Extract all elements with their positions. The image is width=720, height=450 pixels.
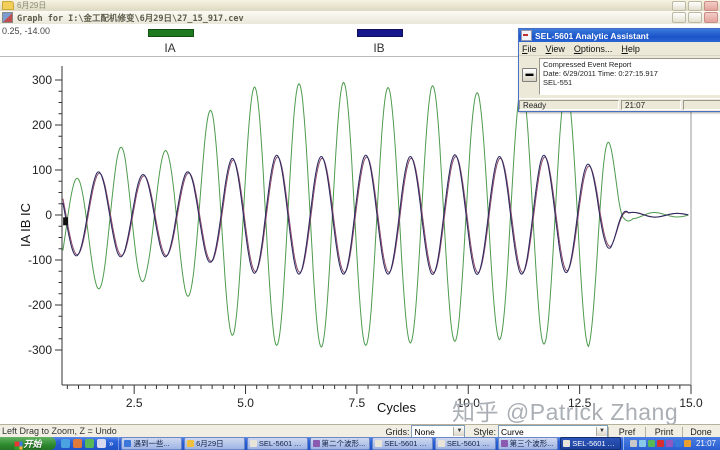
taskbar-button[interactable]: SEL-5601 A... [560, 437, 621, 450]
sel-app-icon [521, 30, 532, 41]
graph-window-titlebar[interactable]: Graph for I:\金工配机修变\6月29日\27_15_917.cev [0, 11, 720, 25]
taskbar-button-label: SEL-5601 A... [572, 439, 618, 448]
taskbar-button[interactable]: SEL-5601 A... [435, 437, 496, 450]
close-icon[interactable] [704, 12, 718, 23]
sel-icon [438, 440, 445, 447]
legend-label: IA [164, 41, 175, 55]
tray-icon-7[interactable] [684, 440, 691, 447]
style-value: Curve [499, 427, 596, 437]
desktop: 6月29日 Graph for I:\金工配机修变\6月29日\27_15_91… [0, 0, 720, 450]
sel-window-titlebar[interactable]: SEL-5601 Analytic Assistant [519, 29, 720, 42]
chevron-down-icon[interactable]: ▼ [453, 427, 464, 436]
sel-window-title: SEL-5601 Analytic Assistant [535, 31, 649, 41]
folder-window-controls [672, 1, 718, 11]
maximize-icon[interactable] [688, 12, 702, 23]
sel-icon [563, 440, 570, 447]
app-icon[interactable] [97, 439, 106, 448]
taskbar-button[interactable]: 遇到一些... [121, 437, 182, 450]
menu-options[interactable]: Options... [574, 44, 613, 54]
taskbar-button-label: SEL-5601 A... [447, 439, 493, 448]
taskbar-button[interactable]: 6月29日 [184, 437, 245, 450]
chevron-down-icon[interactable]: ▼ [596, 427, 607, 436]
style-label: Style: [473, 427, 496, 437]
folder-window-title: 6月29日 [17, 0, 46, 11]
taskbar-button-label: 第二个波形... [322, 438, 366, 449]
wave-icon [501, 440, 508, 447]
sel-5601-window[interactable]: SEL-5601 Analytic Assistant File View Op… [518, 28, 720, 112]
taskbar-button-label: 第三个波形... [510, 438, 554, 449]
taskbar: 开始 » 遇到一些... 6月29日 SEL-5601 A... 第二个波形... SE… [0, 437, 720, 450]
media-icon[interactable] [85, 439, 94, 448]
status-extra [683, 100, 720, 110]
event-report-list[interactable]: Compressed Event Report Date: 6/29/2011 … [539, 58, 720, 95]
tray-icon-6[interactable] [675, 440, 682, 447]
legend-label: IB [373, 41, 384, 55]
status-time: 21:07 [621, 100, 681, 110]
graph-control-bar: Left Drag to Zoom, Z = Undo Grids: None … [0, 424, 720, 438]
system-tray: 21:07 [623, 437, 720, 450]
quick-launch-bar: » [56, 437, 119, 450]
taskbar-button-label: 6月29日 [196, 438, 224, 449]
collapse-button[interactable]: ▬ [522, 68, 537, 82]
start-label: 开始 [23, 437, 41, 450]
report-line: Compressed Event Report [543, 60, 718, 69]
grids-label: Grids: [385, 427, 409, 437]
start-button[interactable]: 开始 [0, 437, 56, 450]
taskbar-button[interactable]: 第二个波形... [310, 437, 371, 450]
pref-button[interactable]: Pref [608, 427, 645, 437]
minimize-icon[interactable] [672, 1, 686, 11]
tray-icon-5[interactable] [666, 440, 673, 447]
task-buttons: 遇到一些... 6月29日 SEL-5601 A... 第二个波形... SEL-560… [119, 437, 623, 450]
graph-window-controls [672, 12, 718, 23]
graph-app-icon [2, 12, 13, 23]
taskbar-button[interactable]: SEL-5601 A... [372, 437, 433, 450]
taskbar-button[interactable]: 第三个波形... [498, 437, 559, 450]
minimize-icon[interactable] [672, 12, 686, 23]
tray-icon-3[interactable] [648, 440, 655, 447]
legend-swatch [148, 29, 194, 37]
graph-window-title: Graph for I:\金工配机修变\6月29日\27_15_917.cev [17, 12, 244, 24]
menu-file[interactable]: File [522, 44, 537, 54]
folder-icon [2, 1, 14, 10]
tray-icons [630, 440, 691, 447]
drag-hint-text: Left Drag to Zoom, Z = Undo [2, 426, 117, 436]
ie-icon [124, 440, 131, 447]
maximize-icon[interactable] [688, 1, 702, 11]
sel-statusbar: Ready 21:07 [519, 98, 720, 111]
taskbar-button[interactable]: SEL-5601 A... [247, 437, 308, 450]
menu-view[interactable]: View [546, 44, 565, 54]
taskbar-button-label: 遇到一些... [133, 438, 169, 449]
legend-item-ib: IB [357, 28, 401, 57]
folder-icon [187, 440, 194, 447]
taskbar-clock[interactable]: 21:07 [696, 439, 716, 448]
sel-icon [375, 440, 382, 447]
close-icon[interactable] [704, 1, 718, 11]
legend-item-ia: IA [148, 28, 192, 57]
sel-menubar: File View Options... Help [519, 42, 720, 56]
legend-swatch [357, 29, 403, 37]
show-desktop-icon[interactable] [61, 439, 70, 448]
status-ready: Ready [519, 100, 619, 110]
taskbar-button-label: SEL-5601 A... [384, 439, 430, 448]
quick-launch-overflow-icon[interactable]: » [109, 439, 113, 448]
tray-icon-2[interactable] [639, 440, 646, 447]
print-button[interactable]: Print [645, 427, 682, 437]
tray-icon-1[interactable] [630, 440, 637, 447]
wave-icon [313, 440, 320, 447]
grids-value: None [412, 427, 453, 437]
done-button[interactable]: Done [682, 427, 719, 437]
report-line: Date: 6/29/2011 Time: 0:27:15.917 [543, 69, 718, 78]
tray-icon-4[interactable] [657, 440, 664, 447]
report-line: SEL-551 [543, 78, 718, 87]
browser-icon[interactable] [73, 439, 82, 448]
sel-icon [250, 440, 257, 447]
watermark: 知乎 @Patrick Zhang [452, 393, 678, 427]
taskbar-button-label: SEL-5601 A... [259, 439, 305, 448]
menu-help[interactable]: Help [621, 44, 640, 54]
sel-client-area: ▬ Compressed Event Report Date: 6/29/201… [519, 56, 720, 97]
windows-flag-icon [15, 441, 20, 446]
